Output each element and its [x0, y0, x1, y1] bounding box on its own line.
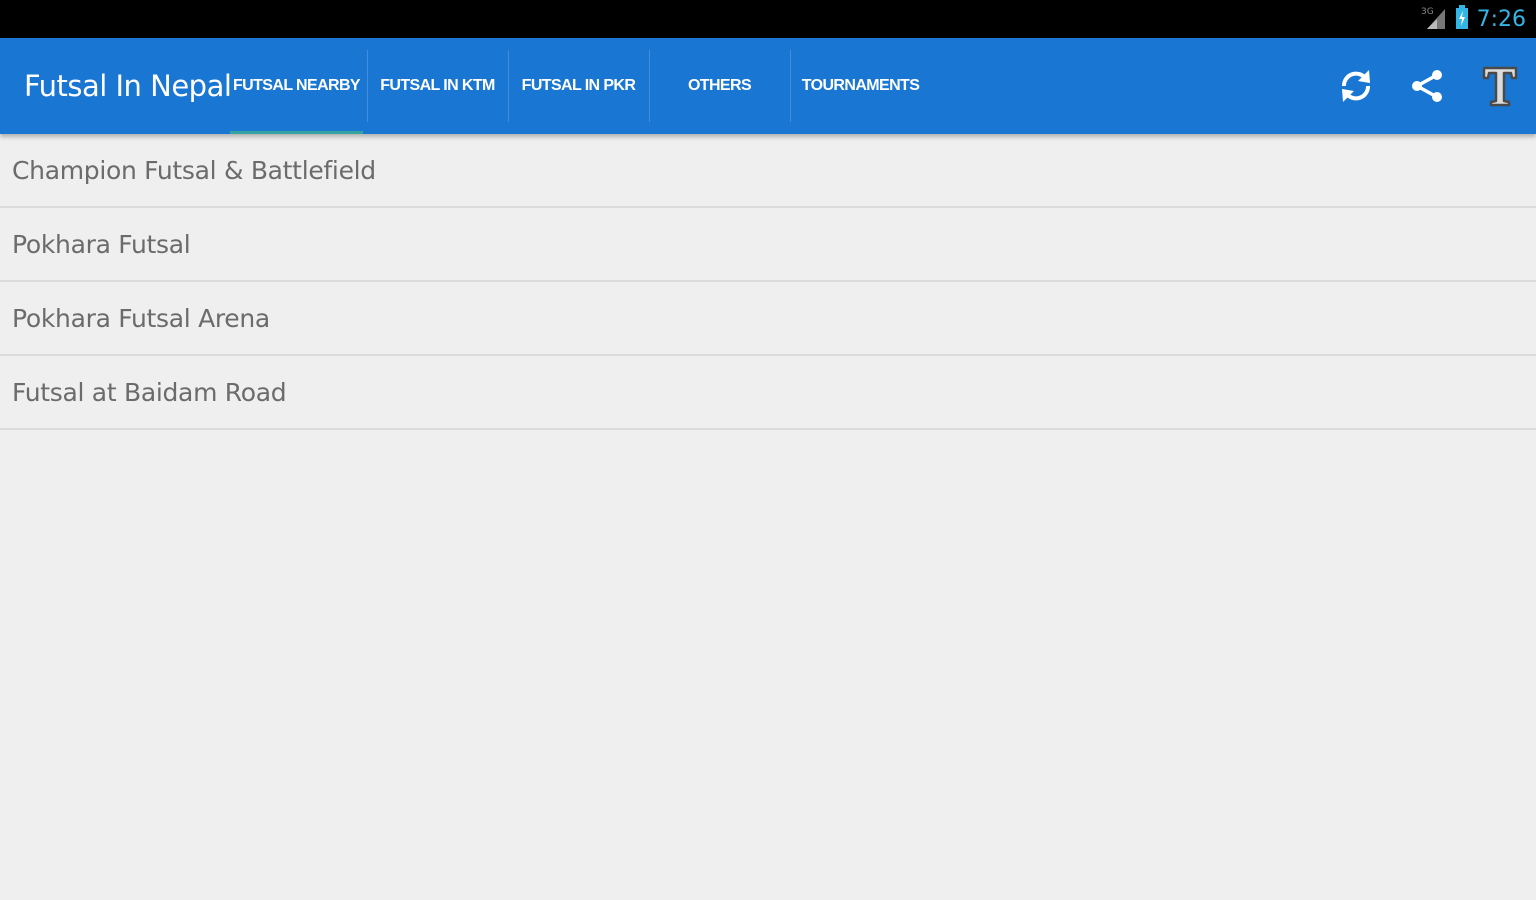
tab-label: FUTSAL IN PKR: [521, 77, 636, 94]
signal-icon: 3G: [1421, 5, 1447, 34]
list-item[interactable]: Pokhara Futsal: [0, 208, 1536, 282]
app-title: Futsal In Nepal: [24, 69, 232, 103]
tab-label: TOURNAMENTS: [801, 77, 920, 94]
svg-text:3G: 3G: [1421, 7, 1434, 17]
list-item-label: Champion Futsal & Battlefield: [12, 155, 376, 185]
tab-label: OTHERS: [687, 77, 752, 94]
list-item-label: Futsal at Baidam Road: [12, 377, 287, 407]
tab-label: FUTSAL NEARBY: [232, 77, 361, 94]
status-icons: 3G 7:26: [1421, 0, 1526, 38]
tab-futsal-in-pkr[interactable]: FUTSAL IN PKR: [508, 38, 649, 134]
futsal-list: Champion Futsal & Battlefield Pokhara Fu…: [0, 134, 1536, 430]
list-item-label: Pokhara Futsal: [12, 229, 191, 259]
list-item[interactable]: Champion Futsal & Battlefield: [0, 134, 1536, 208]
refresh-icon: [1341, 70, 1371, 102]
text-size-button[interactable]: [1464, 38, 1536, 134]
action-buttons: [1320, 38, 1536, 134]
refresh-button[interactable]: [1320, 38, 1392, 134]
list-item[interactable]: Pokhara Futsal Arena: [0, 282, 1536, 356]
list-item-label: Pokhara Futsal Arena: [12, 303, 270, 333]
status-time: 7:26: [1476, 6, 1526, 32]
share-icon: [1412, 70, 1442, 102]
status-bar: 3G 7:26: [0, 0, 1536, 38]
app-bar: Futsal In Nepal FUTSAL NEARBY FUTSAL IN …: [0, 38, 1536, 134]
tab-label: FUTSAL IN KTM: [380, 77, 495, 94]
tab-others[interactable]: OTHERS: [649, 38, 790, 134]
tab-bar: FUTSAL NEARBY FUTSAL IN KTM FUTSAL IN PK…: [226, 38, 931, 134]
tab-futsal-nearby[interactable]: FUTSAL NEARBY: [226, 38, 367, 134]
battery-icon: [1455, 4, 1469, 34]
share-button[interactable]: [1392, 38, 1464, 134]
tab-tournaments[interactable]: TOURNAMENTS: [790, 38, 931, 134]
list-item[interactable]: Futsal at Baidam Road: [0, 356, 1536, 430]
tab-futsal-in-ktm[interactable]: FUTSAL IN KTM: [367, 38, 508, 134]
text-size-icon: [1482, 66, 1518, 107]
